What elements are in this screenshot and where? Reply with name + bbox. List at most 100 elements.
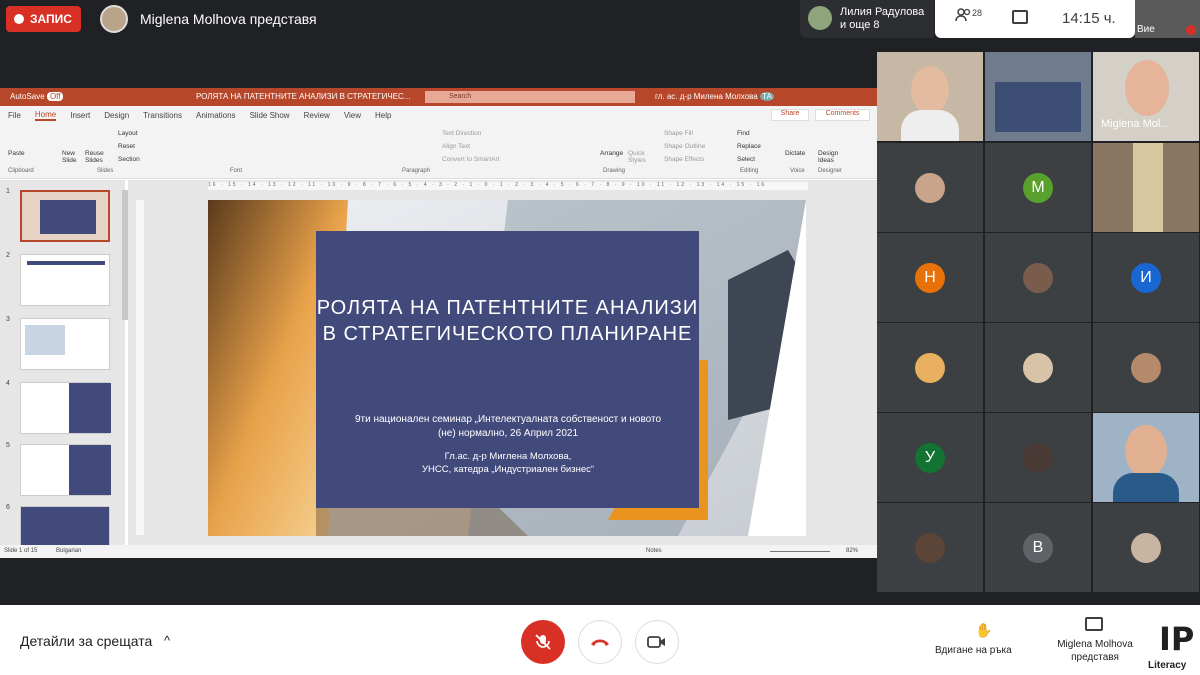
mic-toggle-button[interactable] bbox=[521, 620, 565, 664]
thumbnail-3[interactable] bbox=[20, 318, 110, 370]
shape-effects-button[interactable]: Shape Effects bbox=[664, 156, 704, 163]
menu-home[interactable]: Home bbox=[34, 110, 57, 121]
present-screen-icon[interactable] bbox=[1085, 617, 1103, 631]
participant-video-1[interactable] bbox=[877, 52, 983, 141]
zoom-level: 82% bbox=[846, 548, 859, 554]
avatar bbox=[915, 353, 945, 383]
chat-icon[interactable] bbox=[1012, 10, 1028, 24]
reset-button[interactable]: Reset bbox=[118, 143, 135, 150]
menu-slide-show[interactable]: Slide Show bbox=[250, 111, 290, 120]
participant-tile[interactable]: У bbox=[877, 413, 983, 502]
chevron-up-icon[interactable]: ^ bbox=[164, 633, 170, 648]
phone-hangup-icon bbox=[591, 639, 609, 646]
participant-tile[interactable] bbox=[1093, 503, 1199, 592]
clock: 14:15 ч. bbox=[1062, 10, 1116, 27]
paste-button[interactable]: Paste bbox=[8, 150, 25, 157]
menu-insert[interactable]: Insert bbox=[70, 111, 90, 120]
powerpoint-titlebar: AutoSave Off РОЛЯТА НА ПАТЕНТНИТЕ АНАЛИЗ… bbox=[0, 88, 877, 106]
menu-file[interactable]: File bbox=[8, 111, 21, 120]
slide-title: РОЛЯТА НА ПАТЕНТНИТЕ АНАЛИЗИ В СТРАТЕГИЧ… bbox=[316, 297, 699, 345]
participant-tile[interactable]: M bbox=[985, 143, 1091, 232]
participant-tile[interactable] bbox=[1093, 323, 1199, 412]
reuse-slides-button[interactable]: Reuse Slides bbox=[85, 150, 107, 164]
layout-button[interactable]: Layout bbox=[118, 130, 138, 137]
select-button[interactable]: Select bbox=[737, 156, 755, 163]
raise-hand-icon[interactable]: ✋ bbox=[975, 622, 992, 639]
meeting-details-button[interactable]: Детайли за срещата bbox=[20, 633, 152, 649]
group-font: Font bbox=[230, 168, 243, 174]
slide-thumbnails: 1 2 3 4 5 6 bbox=[0, 180, 125, 546]
group-voice: Voice bbox=[790, 168, 805, 174]
align-text-button[interactable]: Align Text bbox=[442, 143, 470, 150]
shape-outline-button[interactable]: Shape Outline bbox=[664, 143, 705, 150]
new-slide-button[interactable]: New Slide bbox=[62, 150, 82, 164]
thumbnail-1[interactable] bbox=[20, 190, 110, 242]
thumbnail-4[interactable] bbox=[20, 382, 111, 434]
thumbnail-5[interactable] bbox=[20, 444, 111, 496]
participant-tile[interactable]: В bbox=[985, 503, 1091, 592]
current-slide[interactable]: РОЛЯТА НА ПАТЕНТНИТЕ АНАЛИЗИ В СТРАТЕГИЧ… bbox=[208, 200, 806, 536]
logo-ip: IP bbox=[1159, 620, 1195, 658]
search-box[interactable]: Search bbox=[425, 91, 635, 103]
people-line2: и още 8 bbox=[840, 19, 880, 31]
people-line1: Лилия Радулова bbox=[840, 6, 925, 18]
participant-video-4[interactable] bbox=[1093, 143, 1199, 232]
camera-toggle-button[interactable] bbox=[635, 620, 679, 664]
comments-button[interactable]: Comments bbox=[815, 109, 870, 121]
menu-transitions[interactable]: Transitions bbox=[143, 111, 182, 120]
thumb-num: 4 bbox=[6, 380, 10, 387]
zoom-slider[interactable] bbox=[770, 551, 830, 552]
menu-view[interactable]: View bbox=[344, 111, 361, 120]
avatar: У bbox=[915, 443, 945, 473]
section-button[interactable]: Section bbox=[118, 156, 140, 163]
share-button[interactable]: Share bbox=[771, 109, 809, 121]
replace-button[interactable]: Replace bbox=[737, 143, 761, 150]
document-title: РОЛЯТА НА ПАТЕНТНИТЕ АНАЛИЗИ В СТРАТЕГИЧ… bbox=[196, 92, 411, 101]
end-call-button[interactable] bbox=[578, 620, 622, 664]
participant-tile[interactable] bbox=[877, 143, 983, 232]
participant-tile[interactable] bbox=[985, 413, 1091, 502]
convert-smartart-button[interactable]: Convert to SmartArt bbox=[442, 156, 499, 163]
notes-button[interactable]: Notes bbox=[646, 548, 662, 554]
slide-subtitle: 9ти национален семинар „Интелектуалната … bbox=[354, 414, 662, 439]
menu-review[interactable]: Review bbox=[304, 111, 330, 120]
find-button[interactable]: Find bbox=[737, 130, 750, 137]
presenter-text: Miglena Molhova представя bbox=[140, 11, 317, 27]
mic-off-icon bbox=[535, 634, 551, 650]
participant-video-3[interactable]: Miglena Mol... bbox=[1093, 52, 1199, 141]
menu-design[interactable]: Design bbox=[104, 111, 129, 120]
camera-icon bbox=[647, 636, 665, 648]
participant-video-2[interactable] bbox=[985, 52, 1091, 141]
participant-tile[interactable]: И bbox=[1093, 233, 1199, 322]
text-direction-button[interactable]: Text Direction bbox=[442, 130, 481, 137]
participant-tile[interactable] bbox=[877, 323, 983, 412]
thumbnail-2[interactable] bbox=[20, 254, 110, 306]
quick-styles-button[interactable]: Quick Styles bbox=[628, 150, 650, 164]
design-ideas-button[interactable]: Design Ideas bbox=[818, 150, 844, 164]
participant-video-5[interactable] bbox=[1093, 413, 1199, 502]
menu-help[interactable]: Help bbox=[375, 111, 391, 120]
horizontal-ruler: 16 · 15 · 14 · 13 · 12 · 11 · 10 · 9 · 8… bbox=[208, 182, 808, 190]
shape-fill-button[interactable]: Shape Fill bbox=[664, 130, 693, 137]
speaking-name: Miglena Mol... bbox=[1101, 118, 1170, 130]
autosave-label[interactable]: AutoSave Off bbox=[10, 92, 64, 101]
arrange-button[interactable]: Arrange bbox=[600, 150, 623, 157]
avatar bbox=[1023, 443, 1053, 473]
participant-tile[interactable] bbox=[985, 323, 1091, 412]
group-editing: Editing bbox=[740, 168, 759, 174]
ip-literacy-logo: IP Literacy bbox=[1145, 620, 1197, 672]
participant-tile[interactable] bbox=[985, 233, 1091, 322]
author-line2: УНСС, катедра „Индустриален бизнес“ bbox=[421, 464, 595, 475]
logo-text: Literacy bbox=[1148, 660, 1187, 671]
avatar bbox=[1023, 353, 1053, 383]
participant-tile[interactable]: H bbox=[877, 233, 983, 322]
presenting-status[interactable]: Miglena Molhova представя bbox=[1050, 638, 1140, 664]
participant-tile[interactable] bbox=[877, 503, 983, 592]
thumbnail-6[interactable] bbox=[20, 506, 110, 546]
dictate-button[interactable]: Dictate bbox=[785, 150, 805, 157]
group-slides: Slides bbox=[97, 168, 114, 174]
avatar: H bbox=[915, 263, 945, 293]
mic-off-icon bbox=[1186, 25, 1196, 35]
raise-hand-button[interactable]: Вдигане на ръка bbox=[935, 645, 1012, 656]
menu-animations[interactable]: Animations bbox=[196, 111, 236, 120]
